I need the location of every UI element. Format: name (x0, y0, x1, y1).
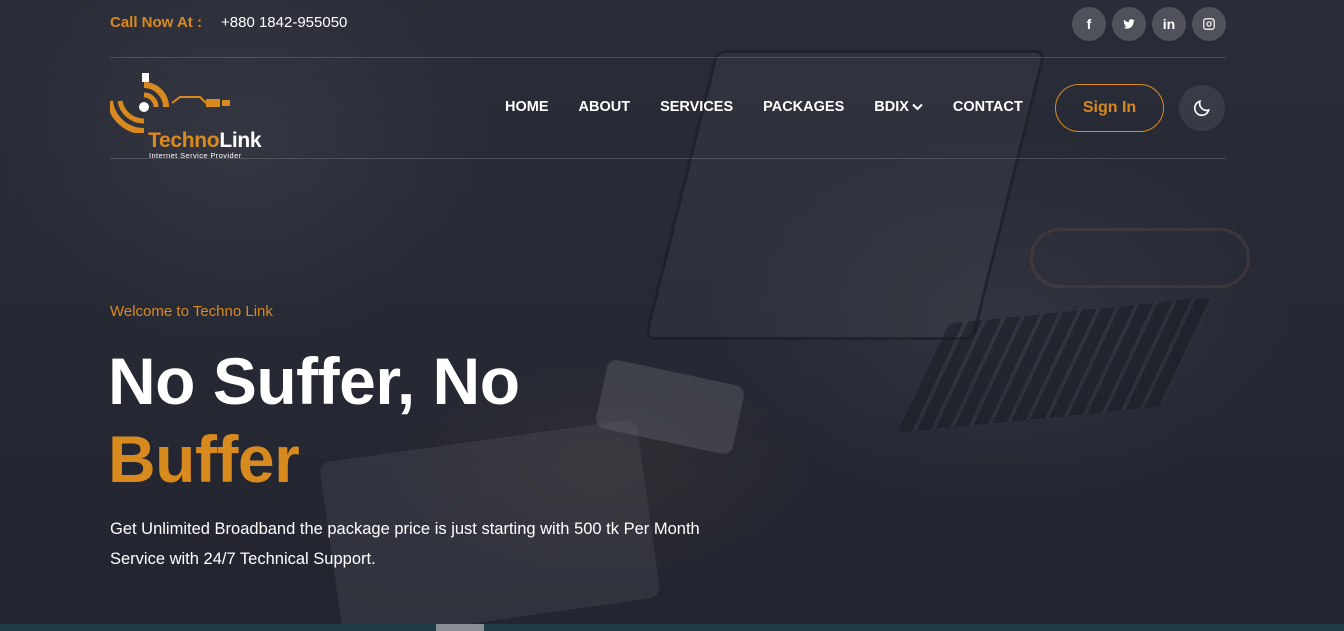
logo-mark-icon (110, 73, 230, 133)
nav-item-services[interactable]: SERVICES (660, 99, 733, 115)
moon-icon (1193, 100, 1210, 117)
bottom-strip (0, 624, 1344, 631)
main-navbar: TechnoLink Internet Service Provider HOM… (110, 58, 1226, 160)
instagram-icon[interactable] (1192, 7, 1226, 41)
facebook-icon[interactable]: f (1072, 7, 1106, 41)
logo-text-link: Link (219, 129, 262, 152)
hero-welcome: Welcome to Techno Link (110, 303, 273, 320)
sign-in-button[interactable]: Sign In (1055, 84, 1164, 132)
nav-item-home[interactable]: HOME (505, 99, 549, 115)
linkedin-icon[interactable]: in (1152, 7, 1186, 41)
logo-text: TechnoLink (148, 129, 262, 153)
nav-item-about[interactable]: ABOUT (579, 99, 631, 115)
techno-link-logo[interactable]: TechnoLink Internet Service Provider (110, 73, 280, 160)
social-links: f in (1072, 7, 1226, 41)
hero-headline-accent: Buffer (108, 422, 300, 496)
logo-text-techno: Techno (148, 129, 220, 152)
twitter-icon[interactable] (1112, 7, 1146, 41)
nav-item-bdix[interactable]: BDIX (874, 99, 923, 115)
nav-item-packages[interactable]: PACKAGES (763, 99, 844, 115)
logo-tagline: Internet Service Provider (149, 151, 242, 160)
dark-mode-toggle[interactable] (1179, 85, 1225, 131)
hero-description: Get Unlimited Broadband the package pric… (110, 520, 700, 568)
phone-number[interactable]: +880 1842-955050 (221, 14, 347, 31)
nav-menu: HOME ABOUT SERVICES PACKAGES BDIX CONTAC… (505, 99, 1053, 115)
nav-item-bdix-label: BDIX (874, 99, 909, 115)
top-bar: Call Now At : +880 1842-955050 f in (110, 0, 1226, 58)
call-label: Call Now At : (110, 14, 202, 31)
scroll-indicator (436, 624, 484, 631)
chevron-down-icon (912, 103, 923, 111)
hero-headline: No Suffer, No (108, 344, 520, 418)
nav-item-contact[interactable]: CONTACT (953, 99, 1023, 115)
